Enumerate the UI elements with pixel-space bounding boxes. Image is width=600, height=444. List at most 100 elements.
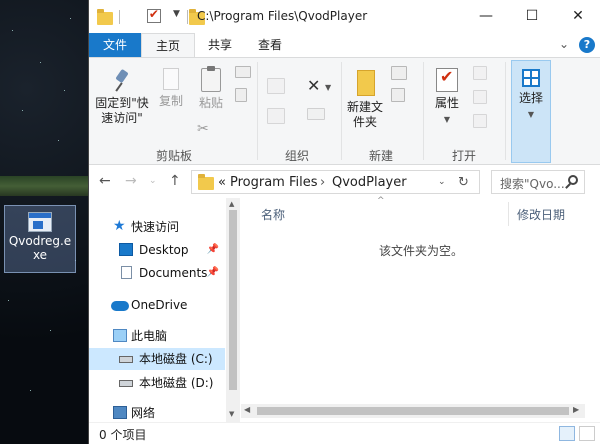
refresh-icon[interactable]: ↻ xyxy=(458,175,469,190)
executable-icon xyxy=(28,212,52,232)
pin-icon: 📌 xyxy=(206,244,219,255)
maximize-button[interactable]: ☐ xyxy=(509,0,555,32)
column-header-modified[interactable]: 修改日期 xyxy=(517,206,565,223)
nav-item-onedrive[interactable]: OneDrive xyxy=(89,294,225,316)
new-folder-label: 新建文件夹 xyxy=(346,100,383,129)
select-label: 选择 xyxy=(518,91,543,105)
close-button[interactable]: ✕ xyxy=(555,0,600,32)
organize-group-label: 组织 xyxy=(284,149,309,163)
nav-item-drive-c[interactable]: 本地磁盘 (C:) xyxy=(89,348,225,370)
minimize-button[interactable]: — xyxy=(463,0,509,32)
paste-shortcut-icon[interactable] xyxy=(235,88,247,102)
large-icons-view-icon[interactable] xyxy=(579,426,595,441)
nav-item-network[interactable]: 网络 xyxy=(89,402,225,424)
copy-icon xyxy=(163,68,179,90)
address-field[interactable]: « Program Files › QvodPlayer ⌄ ↻ xyxy=(191,170,480,194)
divider xyxy=(187,10,188,24)
nav-item-this-pc[interactable]: 此电脑 xyxy=(89,325,225,347)
properties-dropdown-icon: ▼ xyxy=(443,115,451,124)
tab-view[interactable]: 查看 xyxy=(247,33,293,57)
cloud-icon xyxy=(111,301,129,311)
divider xyxy=(508,202,509,226)
nav-item-label: 本地磁盘 (D:) xyxy=(139,376,214,390)
pc-icon xyxy=(113,329,127,342)
documents-icon xyxy=(121,266,132,279)
edit-icon[interactable] xyxy=(473,90,487,104)
desktop-file-label: Qvodreg.exe xyxy=(8,234,72,262)
delete-dropdown-icon[interactable]: ▼ xyxy=(325,80,331,95)
breadcrumb-separator-icon[interactable]: › xyxy=(320,175,325,190)
drive-icon xyxy=(119,356,133,363)
nav-item-quick-access[interactable]: ★ 快速访问 xyxy=(89,216,225,238)
forward-arrow-icon[interactable]: → xyxy=(125,173,137,189)
copy-button[interactable]: 复制 xyxy=(153,68,189,109)
copy-to-icon[interactable] xyxy=(267,108,285,124)
new-folder-button[interactable]: 新建文件夹 xyxy=(345,68,385,130)
nav-item-label: Desktop xyxy=(139,243,189,257)
title-bar: ▼ C:\Program Files\QvodPlayer — ☐ ✕ xyxy=(89,0,600,33)
explorer-window: ▼ C:\Program Files\QvodPlayer — ☐ ✕ 文件 主… xyxy=(88,0,600,444)
status-bar: 0 个项目 xyxy=(89,422,600,444)
history-icon[interactable] xyxy=(473,114,487,128)
move-to-icon[interactable] xyxy=(267,78,285,94)
column-header-name[interactable]: 名称 xyxy=(261,206,285,223)
wallpaper-band xyxy=(0,176,88,196)
nav-item-desktop[interactable]: Desktop 📌 xyxy=(89,239,225,261)
tab-share[interactable]: 共享 xyxy=(197,33,243,57)
ribbon-collapse-icon[interactable]: ⌄ xyxy=(559,37,569,51)
window-title: C:\Program Files\QvodPlayer xyxy=(197,9,368,23)
cut-icon[interactable]: ✂ xyxy=(197,122,209,137)
tab-home[interactable]: 主页 xyxy=(141,33,195,58)
ribbon-tabs: 文件 主页 共享 查看 ⌄ ? xyxy=(89,33,600,58)
new-item-icon[interactable] xyxy=(391,66,407,80)
search-input[interactable]: 搜索"Qvo... xyxy=(491,170,585,194)
scroll-up-icon[interactable]: ▲ xyxy=(229,200,234,208)
back-arrow-icon[interactable]: ← xyxy=(99,173,111,189)
desktop: Qvodreg.exe xyxy=(0,0,88,444)
paste-button[interactable]: 粘贴 xyxy=(193,66,229,111)
search-placeholder: 搜索"Qvo... xyxy=(500,177,565,191)
scroll-down-icon[interactable]: ▼ xyxy=(229,410,234,418)
divider xyxy=(257,62,258,160)
nav-scrollbar-thumb[interactable] xyxy=(229,210,237,390)
select-button[interactable]: 选择 ▼ xyxy=(511,60,551,163)
pin-quick-access-button[interactable]: 固定到"快速访问" xyxy=(93,68,151,126)
recent-locations-icon[interactable]: ⌄ xyxy=(149,176,157,186)
delete-icon[interactable]: ✕ xyxy=(307,76,320,95)
content-scrollbar-thumb[interactable] xyxy=(257,407,569,415)
address-dropdown-icon[interactable]: ⌄ xyxy=(438,177,446,187)
up-arrow-icon[interactable]: ↑ xyxy=(169,173,181,189)
nav-item-documents[interactable]: Documents 📌 xyxy=(89,262,225,284)
details-view-icon[interactable] xyxy=(559,426,575,441)
nav-item-drive-d[interactable]: 本地磁盘 (D:) xyxy=(89,372,225,394)
breadcrumb-qvodplayer[interactable]: QvodPlayer xyxy=(332,175,407,190)
tab-file[interactable]: 文件 xyxy=(89,33,141,57)
properties-label: 属性 xyxy=(434,96,459,110)
help-icon[interactable]: ? xyxy=(579,37,595,53)
properties-icon xyxy=(436,68,458,92)
copy-path-icon[interactable] xyxy=(235,66,251,78)
content-scrollbar[interactable]: ◀ ▶ xyxy=(241,404,585,418)
quick-access-dropdown-icon[interactable]: ▼ xyxy=(173,9,180,25)
scroll-right-icon[interactable]: ▶ xyxy=(573,405,579,414)
paste-label: 粘贴 xyxy=(198,96,223,110)
breadcrumb-program-files[interactable]: Program Files xyxy=(230,175,318,190)
search-icon[interactable] xyxy=(568,175,578,185)
properties-button[interactable]: 属性 ▼ xyxy=(427,68,467,127)
folder-icon xyxy=(353,68,377,96)
desktop-file-qvodreg[interactable]: Qvodreg.exe xyxy=(4,205,76,273)
divider xyxy=(119,10,120,24)
drive-icon xyxy=(119,380,133,387)
scroll-left-icon[interactable]: ◀ xyxy=(244,405,250,414)
easy-access-icon[interactable] xyxy=(391,88,405,102)
item-count: 0 个项目 xyxy=(99,428,147,442)
divider xyxy=(505,62,506,160)
copy-label: 复制 xyxy=(158,94,183,108)
nav-item-label: 本地磁盘 (C:) xyxy=(139,352,213,366)
properties-quick-icon[interactable] xyxy=(146,7,161,23)
open-icon[interactable] xyxy=(473,66,487,80)
breadcrumb-overflow[interactable]: « xyxy=(218,175,226,190)
ribbon-home: 固定到"快速访问" 复制 粘贴 ✂ 剪贴板 ✕ ▼ 组织 新建文件夹 新建 ✔ … xyxy=(89,57,600,165)
nav-scrollbar[interactable]: ▲ ▼ xyxy=(226,198,240,422)
rename-icon[interactable] xyxy=(307,108,325,120)
